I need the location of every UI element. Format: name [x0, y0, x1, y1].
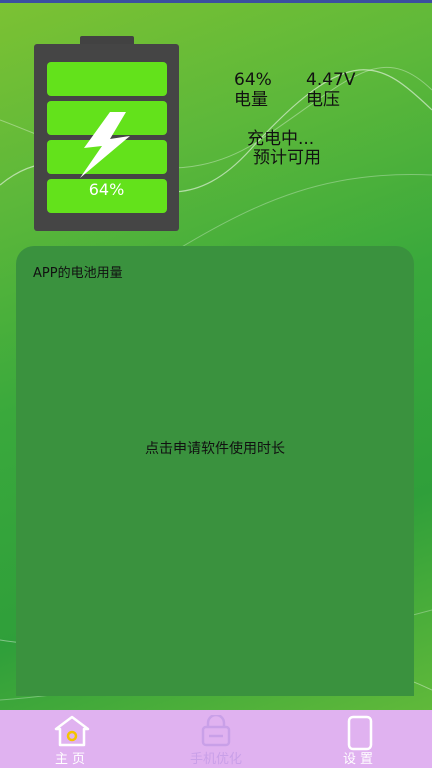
estimated-usage: 预计可用 [253, 148, 321, 168]
lightning-bolt-icon [80, 112, 130, 178]
app-usage-title: APP的电池用量 [33, 266, 123, 281]
nav-label-home: 主页 [54, 752, 89, 767]
nav-item-home[interactable]: 主页 [0, 710, 144, 768]
phone-settings-icon [347, 715, 373, 751]
nav-item-optimize[interactable]: 手机优化 [144, 710, 288, 768]
battery-percentage: 64% [88, 180, 125, 199]
battery-indicator: 64% [34, 44, 179, 231]
app-usage-card: APP的电池用量 点击申请软件使用时长 [16, 246, 414, 696]
battery-level-label: 电量 [234, 90, 268, 110]
battery-cell [47, 62, 167, 96]
bottom-nav: 主页 手机优化 设置 [0, 710, 432, 768]
nav-label-optimize: 手机优化 [189, 752, 242, 767]
optimize-icon [201, 715, 231, 747]
voltage-label: 电压 [306, 90, 340, 110]
voltage-value: 4.47V [306, 70, 356, 90]
battery-level-value: 64% [234, 70, 272, 90]
request-usage-access-button[interactable]: 点击申请软件使用时长 [16, 438, 414, 458]
home-icon [54, 715, 90, 747]
nav-label-settings: 设置 [342, 752, 377, 767]
nav-item-settings[interactable]: 设置 [288, 710, 432, 768]
